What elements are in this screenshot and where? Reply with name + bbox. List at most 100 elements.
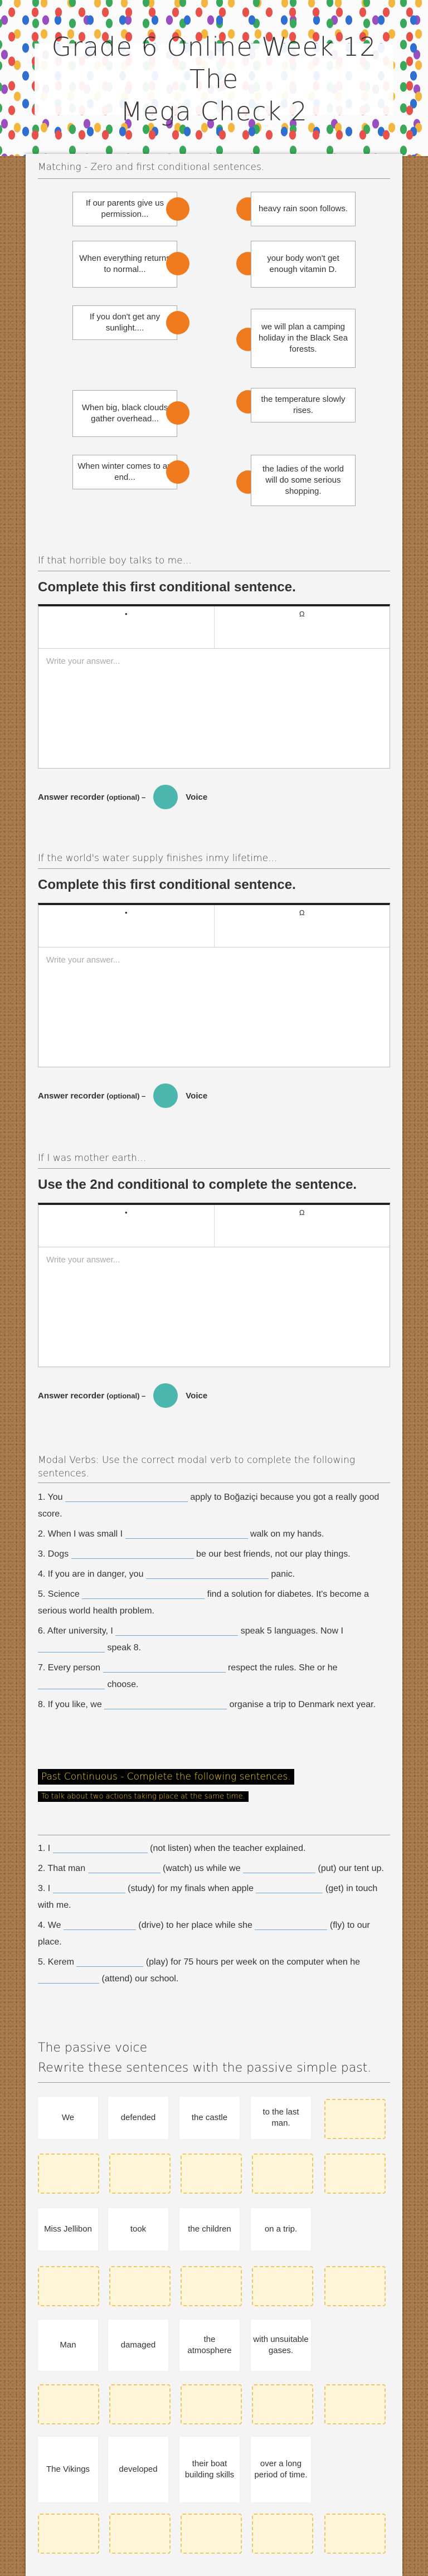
drop-zone[interactable] <box>109 2154 171 2194</box>
blank-input[interactable] <box>63 1920 136 1930</box>
symbol-tool-button[interactable]: Ω <box>215 1205 390 1247</box>
record-voice-button[interactable] <box>153 1383 178 1408</box>
drop-zone[interactable] <box>252 2384 313 2424</box>
drop-zone[interactable] <box>324 2384 386 2424</box>
blank-input[interactable] <box>255 1920 328 1930</box>
match-left-5[interactable]: When winter comes to an end... <box>72 455 177 489</box>
word-tile[interactable]: to the last man. <box>251 2097 311 2139</box>
drop-zone[interactable] <box>324 2266 386 2306</box>
drop-zone[interactable] <box>252 2154 313 2194</box>
blank-input[interactable] <box>82 1589 205 1599</box>
divider <box>38 2082 390 2083</box>
drop-zone[interactable] <box>38 2514 99 2554</box>
match-right-5[interactable]: the ladies of the world will do some ser… <box>251 455 356 506</box>
drop-zone[interactable] <box>252 2514 313 2554</box>
blank-input[interactable] <box>104 1699 227 1709</box>
drop-zone[interactable] <box>181 2384 242 2424</box>
match-right-2[interactable]: your body won't get enough vitamin D. <box>251 241 356 288</box>
blank-input[interactable] <box>125 1529 248 1539</box>
word-tile[interactable]: their boat building skills <box>179 2437 240 2502</box>
bullet-tool-button[interactable]: • <box>38 606 215 648</box>
match-left-2[interactable]: When everything returns to normal... <box>72 241 177 288</box>
page-title: Grade 6 Online Week 12 The Mega Check 2 <box>51 32 377 127</box>
drop-zone[interactable] <box>38 2154 99 2194</box>
word-tile[interactable]: the children <box>179 2208 240 2251</box>
passive-heading: The passive voice <box>38 2041 148 2055</box>
symbol-tool-button[interactable]: Ω <box>215 905 390 947</box>
match-left-4[interactable]: When big, black clouds gather overhead..… <box>72 390 177 437</box>
match-handle-left-5[interactable] <box>166 460 189 484</box>
word-tile[interactable]: We <box>38 2097 98 2139</box>
word-tile[interactable]: developed <box>108 2437 168 2502</box>
word-tile[interactable]: Man <box>38 2320 98 2371</box>
question-2-prompt: If the world's water supply finishes inm… <box>38 853 278 864</box>
match-right-1[interactable]: heavy rain soon follows. <box>251 192 356 226</box>
divider <box>38 1168 390 1169</box>
drop-zone[interactable] <box>324 2154 386 2194</box>
drop-zone[interactable] <box>324 2099 386 2139</box>
word-tile[interactable]: defended <box>108 2097 168 2139</box>
match-right-4[interactable]: the temperature slowly rises. <box>251 388 356 422</box>
blank-input[interactable] <box>52 1843 148 1853</box>
word-tile[interactable]: Miss Jellibon <box>38 2208 98 2251</box>
blank-input[interactable] <box>38 1642 105 1652</box>
question-2-editor[interactable]: • Ω Write your answer... <box>38 903 390 1067</box>
drop-zone[interactable] <box>181 2514 242 2554</box>
match-left-1[interactable]: If our parents give us permission... <box>72 192 177 226</box>
voice-label: Voice <box>186 792 208 802</box>
answer-recorder-3: Answer recorder (optional) – Voice <box>38 1383 207 1408</box>
drop-zone[interactable] <box>181 2154 242 2194</box>
past-cont-item-2: 2. That man (watch) us while we (put) ou… <box>38 1863 384 1873</box>
blank-input[interactable] <box>115 1626 239 1636</box>
drop-zone[interactable] <box>181 2266 242 2306</box>
drop-zone[interactable] <box>324 2514 386 2554</box>
question-3-editor[interactable]: • Ω Write your answer... <box>38 1203 390 1367</box>
match-handle-left-4[interactable] <box>166 401 189 425</box>
word-tile[interactable]: over a long period of time. <box>251 2437 311 2502</box>
match-right-3[interactable]: we will plan a camping holiday in the Bl… <box>251 309 356 368</box>
bullet-tool-button[interactable]: • <box>38 905 215 947</box>
word-tile[interactable]: the atmosphere <box>179 2320 240 2371</box>
blank-input[interactable] <box>76 1957 144 1967</box>
matching-heading: Matching - Zero and first conditional se… <box>38 162 265 173</box>
word-tile[interactable]: took <box>108 2208 168 2251</box>
record-voice-button[interactable] <box>153 785 178 809</box>
blank-input[interactable] <box>243 1863 316 1873</box>
blank-input[interactable] <box>52 1883 125 1893</box>
drop-zone[interactable] <box>109 2266 171 2306</box>
blank-input[interactable] <box>145 1569 269 1579</box>
drop-zone[interactable] <box>109 2514 171 2554</box>
bullet-tool-button[interactable]: • <box>38 1205 215 1247</box>
match-handle-left-1[interactable] <box>166 197 189 221</box>
question-1-prompt: If that horrible boy talks to me... <box>38 555 192 566</box>
word-tile[interactable]: on a trip. <box>251 2208 311 2251</box>
match-left-3[interactable]: If you don't get any sunlight.... <box>72 305 177 340</box>
divider <box>38 868 390 869</box>
match-handle-left-2[interactable] <box>166 252 189 275</box>
word-tile[interactable]: with unsuitable gases. <box>251 2320 311 2371</box>
drop-zone[interactable] <box>252 2266 313 2306</box>
word-tile[interactable]: The Vikings <box>38 2437 98 2502</box>
blank-input[interactable] <box>87 1863 160 1873</box>
blank-input[interactable] <box>71 1549 194 1559</box>
drop-zone[interactable] <box>109 2384 171 2424</box>
answer-input[interactable]: Write your answer... <box>38 649 390 768</box>
passive-subheading: Rewrite these sentences with the passive… <box>38 2061 372 2075</box>
drop-zone[interactable] <box>38 2384 99 2424</box>
match-handle-left-3[interactable] <box>166 311 189 334</box>
answer-recorder-2: Answer recorder (optional) – Voice <box>38 1083 207 1108</box>
blank-input[interactable] <box>65 1492 188 1502</box>
word-tile[interactable]: the castle <box>179 2097 240 2139</box>
answer-recorder-1: Answer recorder (optional) – Voice <box>38 785 207 809</box>
question-1-editor[interactable]: • Ω Write your answer... <box>38 604 390 769</box>
answer-input[interactable]: Write your answer... <box>38 947 390 1067</box>
record-voice-button[interactable] <box>153 1083 178 1108</box>
word-tile[interactable]: damaged <box>108 2320 168 2371</box>
drop-zone[interactable] <box>38 2266 99 2306</box>
symbol-tool-button[interactable]: Ω <box>215 606 390 648</box>
blank-input[interactable] <box>256 1883 323 1893</box>
blank-input[interactable] <box>38 1974 99 1984</box>
blank-input[interactable] <box>103 1663 226 1673</box>
blank-input[interactable] <box>38 1679 105 1689</box>
answer-input[interactable]: Write your answer... <box>38 1247 390 1367</box>
